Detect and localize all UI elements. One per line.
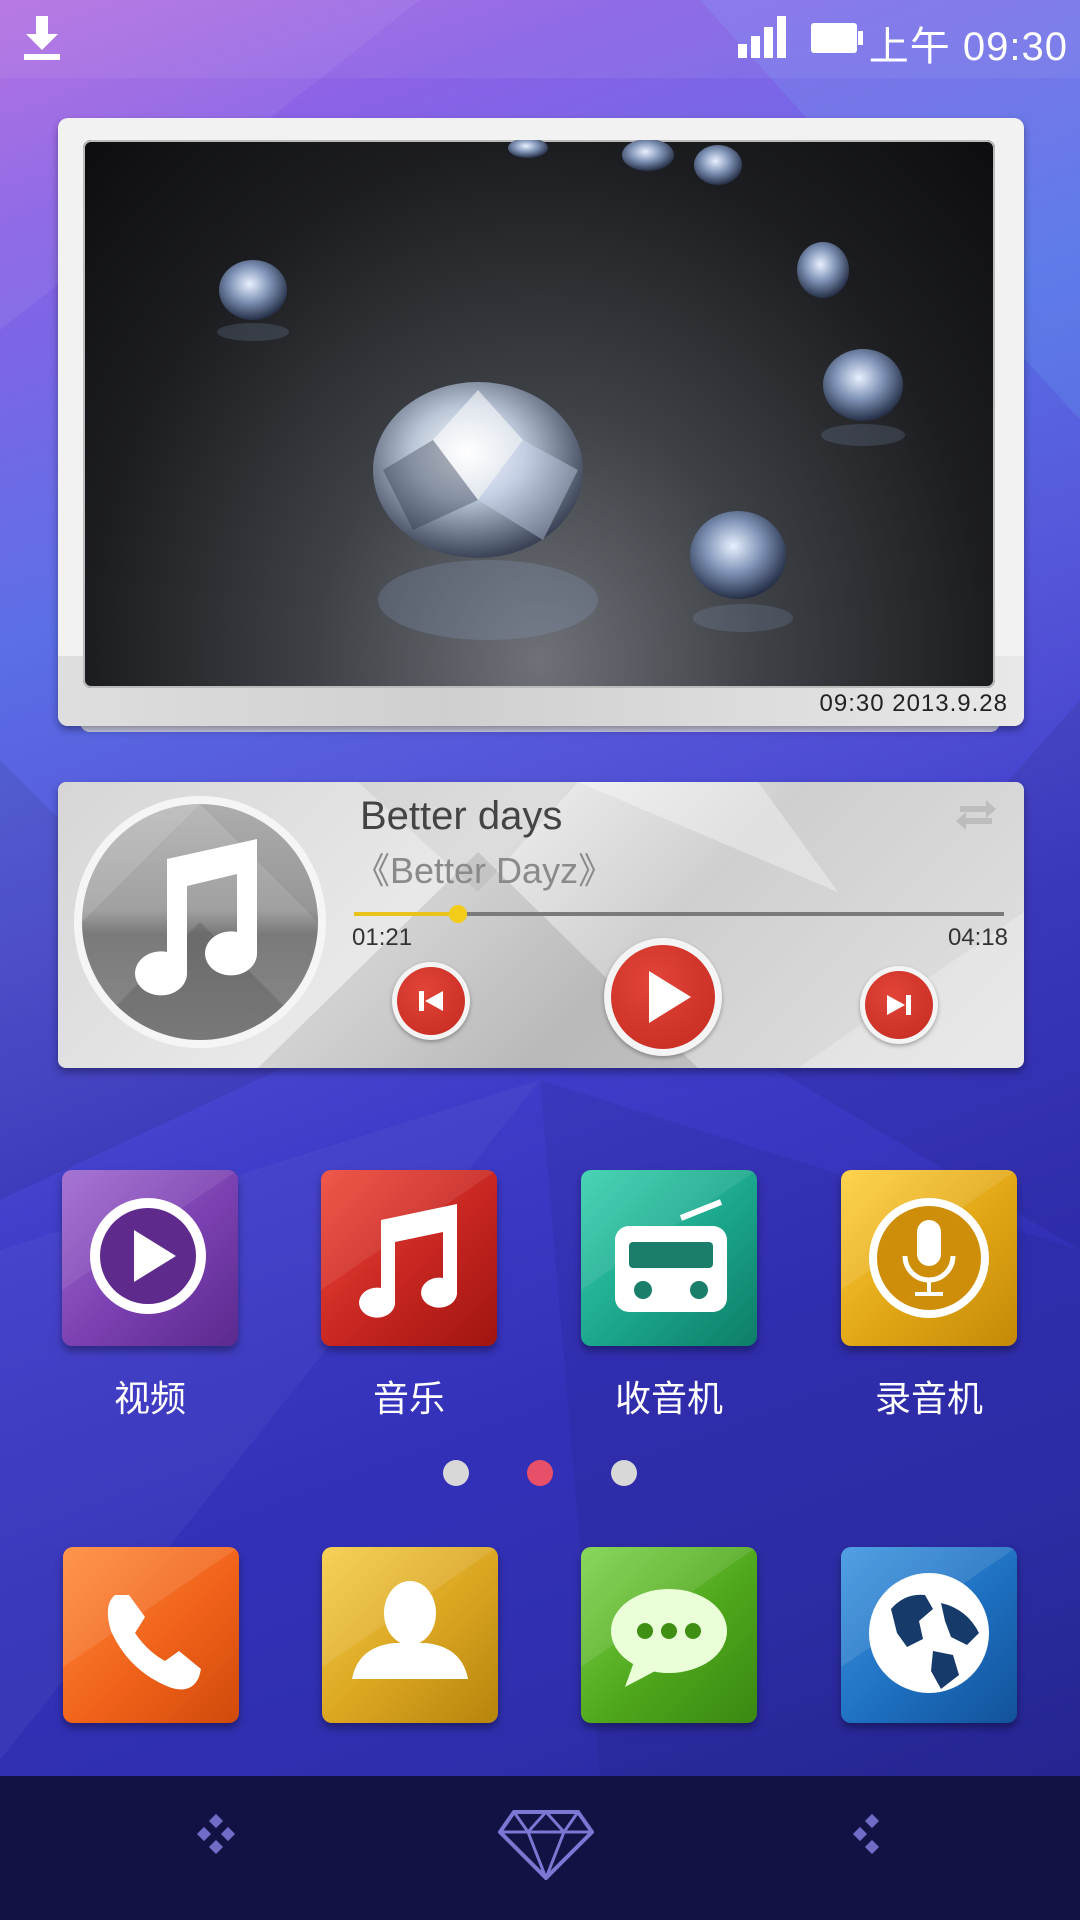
app-messages[interactable]	[581, 1547, 757, 1723]
page-dot-3[interactable]	[611, 1460, 637, 1486]
app-label-recorder: 录音机	[874, 1378, 983, 1419]
app-radio[interactable]	[581, 1170, 757, 1346]
contacts-icon	[322, 1547, 498, 1679]
previous-icon	[419, 991, 443, 1011]
next-icon	[887, 995, 911, 1015]
signal-icon	[738, 16, 786, 58]
video-icon	[62, 1170, 238, 1314]
photo-timestamp: 09:30 2013.9.28	[819, 690, 1008, 717]
progress-fill	[354, 912, 458, 916]
browser-icon	[841, 1547, 1017, 1693]
app-music[interactable]	[321, 1170, 497, 1346]
total-time: 04:18	[947, 924, 1008, 951]
microphone-icon	[841, 1170, 1017, 1318]
progress-handle[interactable]	[449, 905, 467, 923]
repeat-icon[interactable]	[952, 792, 1000, 838]
app-label-music: 音乐	[372, 1378, 445, 1419]
play-icon	[649, 971, 691, 1023]
app-label-video: 视频	[113, 1378, 186, 1419]
next-button[interactable]	[860, 966, 938, 1044]
music-note-icon	[82, 804, 318, 1040]
right-menu-icon[interactable]	[852, 1814, 892, 1854]
previous-button[interactable]	[392, 962, 470, 1040]
battery-icon	[811, 23, 863, 53]
app-recorder[interactable]	[841, 1170, 1017, 1346]
photo-widget[interactable]	[58, 118, 1024, 726]
messages-icon	[581, 1547, 757, 1687]
app-contacts[interactable]	[322, 1547, 498, 1723]
elapsed-time: 01:21	[352, 924, 413, 951]
page-dot-2-active[interactable]	[527, 1460, 553, 1486]
song-title: Better days	[360, 794, 563, 838]
music-widget: Better days 《Better Dayz》 01:21 04:18	[58, 782, 1024, 1068]
progress-track[interactable]	[354, 905, 1004, 923]
left-menu-icon[interactable]	[196, 1814, 236, 1854]
radio-icon	[581, 1170, 757, 1312]
status-bar: 上午 09:30	[0, 0, 1080, 78]
page-dot-1[interactable]	[443, 1460, 469, 1486]
phone-icon	[63, 1547, 239, 1690]
status-clock: 上午 09:30	[868, 25, 1068, 69]
download-icon[interactable]	[20, 16, 64, 62]
app-browser[interactable]	[841, 1547, 1017, 1723]
app-label-radio: 收音机	[614, 1378, 723, 1419]
photo-image[interactable]	[83, 140, 995, 688]
dock-bar	[0, 1776, 1080, 1920]
album-art[interactable]	[74, 796, 326, 1048]
diamond-icon[interactable]	[498, 1808, 594, 1880]
app-phone[interactable]	[63, 1547, 239, 1723]
app-video[interactable]	[62, 1170, 238, 1346]
song-album: 《Better Dayz》	[354, 850, 615, 891]
music-icon	[321, 1170, 497, 1318]
play-button[interactable]	[604, 938, 722, 1056]
diamonds-picture	[217, 140, 905, 640]
